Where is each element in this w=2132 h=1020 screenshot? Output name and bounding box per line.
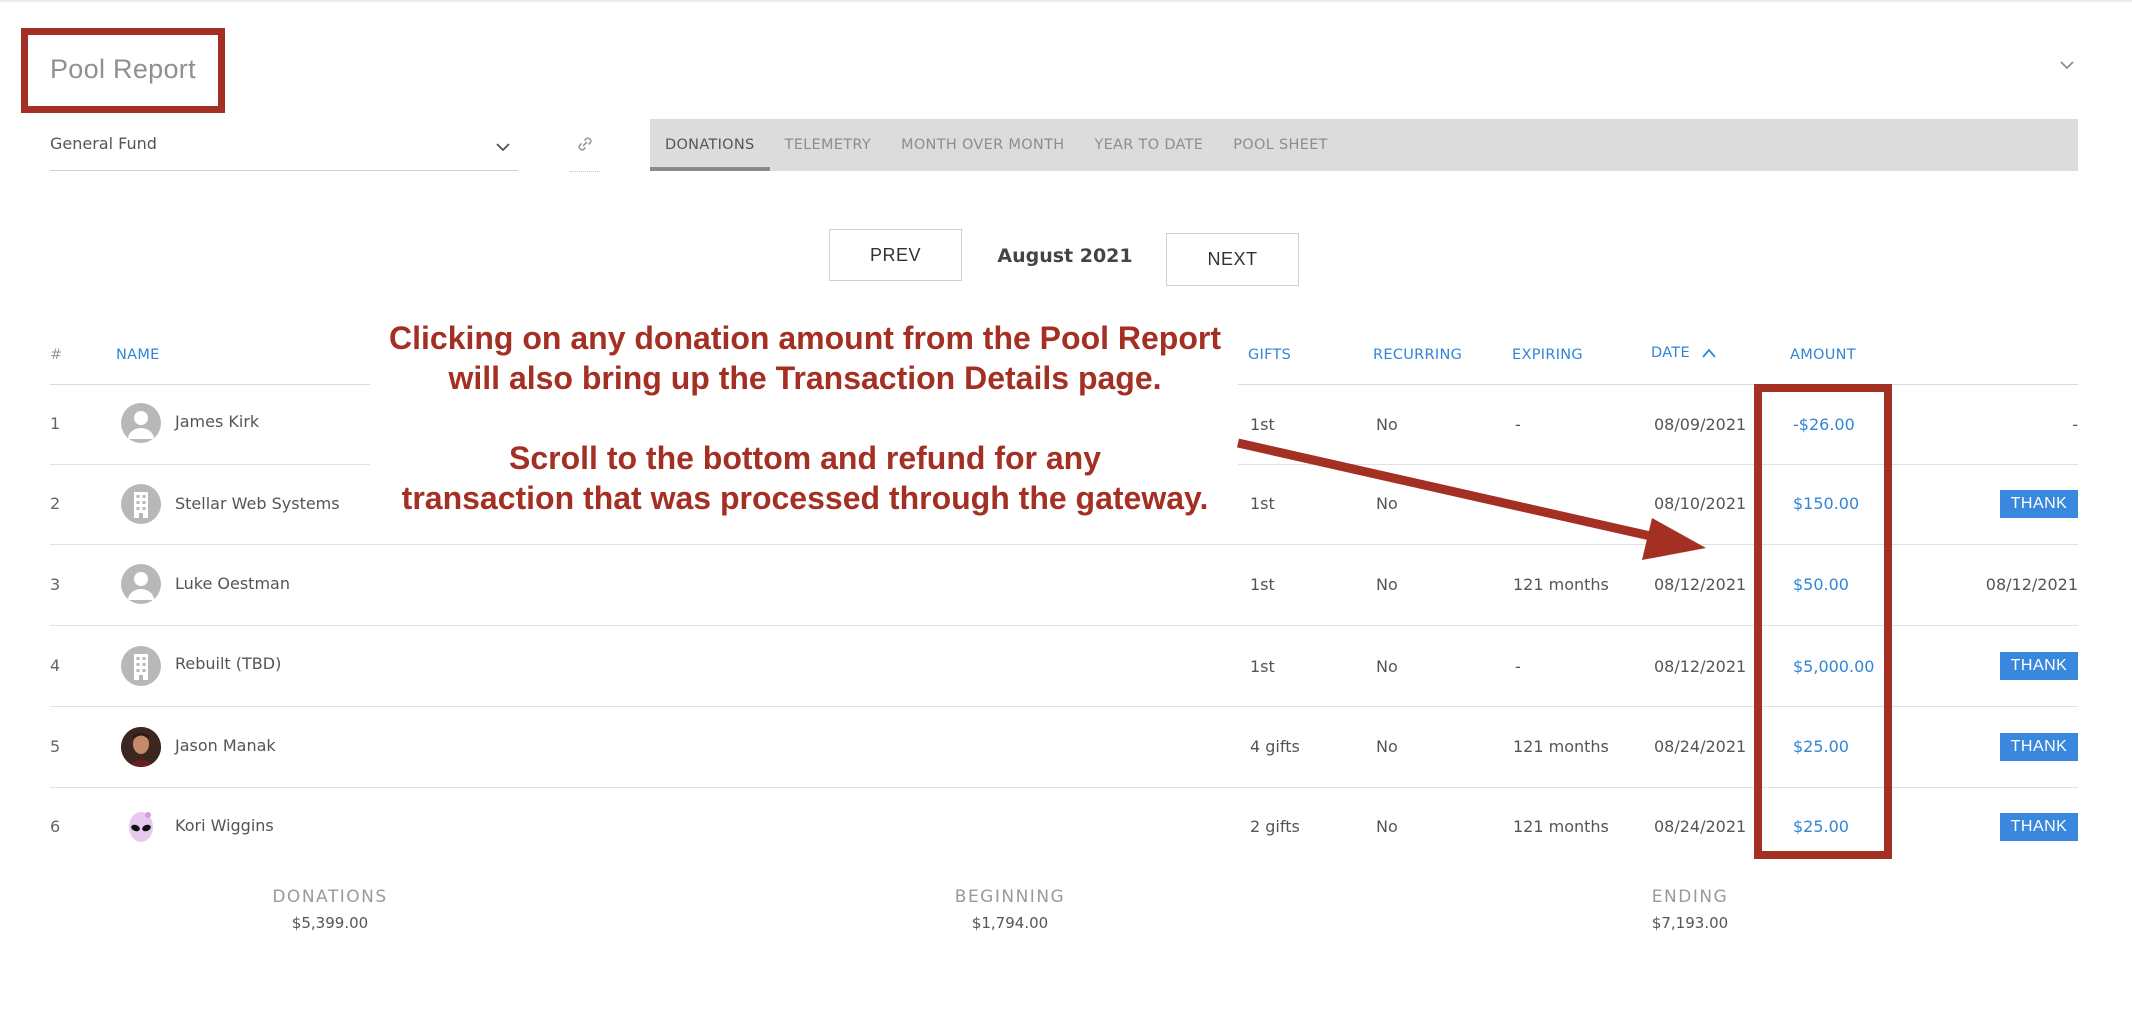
date-value: 08/09/2021 [1654,415,1747,434]
row-index: 4 [50,656,61,675]
thank-button[interactable]: THANK [2000,490,2078,518]
date-value: 08/12/2021 [1654,575,1747,594]
building-avatar-icon [121,484,161,524]
gifts-value: 4 gifts [1250,737,1300,756]
chevron-down-icon[interactable] [2058,56,2076,74]
alien-avatar [121,807,161,847]
thank-status: - [2072,415,2078,434]
tab-telemetry[interactable]: TELEMETRY [770,119,887,171]
donor-name-link[interactable]: Kori Wiggins [175,816,274,835]
fund-select-value: General Fund [50,134,157,153]
expiring-value: - [1515,415,1521,434]
fund-select[interactable]: General Fund [50,126,518,171]
column-header-gifts[interactable]: GIFTS [1248,347,1291,363]
recurring-value: No [1376,494,1398,513]
thank-button[interactable]: THANK [2000,733,2078,761]
top-border [0,0,2132,2]
person-avatar-icon [121,564,161,604]
thank-button[interactable]: THANK [2000,652,2078,680]
link-icon [578,137,592,151]
row-index: 6 [50,817,61,836]
column-header-number: # [50,347,63,363]
chevron-down-icon [496,143,510,152]
building-avatar-icon [121,646,161,686]
annotation-line-3: Scroll to the bottom and refund for any [509,440,1101,476]
row-index: 2 [50,494,61,513]
date-value: 08/10/2021 [1654,494,1747,513]
tab-donations[interactable]: DONATIONS [650,119,770,171]
donor-name-link[interactable]: Rebuilt (TBD) [175,654,281,673]
column-header-amount[interactable]: AMOUNT [1790,347,1856,363]
column-header-date[interactable]: DATE [1651,345,1717,361]
gifts-value: 1st [1250,494,1275,513]
page-title: Pool Report [50,54,196,84]
annotation-callout: Clicking on any donation amount from the… [372,318,1238,518]
thank-button[interactable]: THANK [2000,813,2078,841]
recurring-value: No [1376,817,1398,836]
expiring-value: 121 months [1513,575,1609,594]
donor-name-link[interactable]: Luke Oestman [175,574,290,593]
report-tabs: DONATIONS TELEMETRY MONTH OVER MONTH YEA… [650,119,2078,171]
recurring-value: No [1376,415,1398,434]
row-index: 1 [50,414,61,433]
person-avatar-icon [121,403,161,443]
row-index: 3 [50,575,61,594]
summary-beginning-value: $1,794.00 [971,914,1049,932]
thank-date: 08/12/2021 [1985,575,2078,594]
next-button[interactable]: NEXT [1166,233,1299,286]
summary-donations-label: DONATIONS [272,887,388,907]
photo-avatar [121,727,161,767]
recurring-value: No [1376,737,1398,756]
column-header-name[interactable]: NAME [116,347,160,363]
donor-name-link[interactable]: Jason Manak [175,736,276,755]
gifts-value: 2 gifts [1250,817,1300,836]
annotation-line-1: Clicking on any donation amount from the… [389,320,1221,356]
column-header-expiring[interactable]: EXPIRING [1512,347,1583,363]
summary-donations-value: $5,399.00 [291,914,369,932]
summary-ending-label: ENDING [1651,887,1729,907]
date-value: 08/12/2021 [1654,657,1747,676]
row-index: 5 [50,737,61,756]
copy-link-button[interactable] [570,128,600,172]
expiring-value: 121 months [1513,737,1609,756]
summary-beginning-label: BEGINNING [954,887,1066,907]
tab-pool-sheet[interactable]: POOL SHEET [1218,119,1343,171]
column-header-date-label: DATE [1651,345,1690,361]
gifts-value: 1st [1250,415,1275,434]
donor-name-link[interactable]: Stellar Web Systems [175,494,340,513]
annotation-line-4: transaction that was processed through t… [401,480,1209,516]
tab-year-to-date[interactable]: YEAR TO DATE [1079,119,1218,171]
date-value: 08/24/2021 [1654,817,1747,836]
expiring-value: - [1515,657,1521,676]
recurring-value: No [1376,657,1398,676]
date-value: 08/24/2021 [1654,737,1747,756]
amount-column-highlight-box [1754,384,1892,859]
donor-name-link[interactable]: James Kirk [175,412,259,431]
recurring-value: No [1376,575,1398,594]
summary-ending-value: $7,193.00 [1651,914,1729,932]
prev-button[interactable]: PREV [829,229,962,281]
current-month: August 2021 [997,245,1133,267]
sort-ascending-icon [1702,348,1716,358]
gifts-value: 1st [1250,657,1275,676]
gifts-value: 1st [1250,575,1275,594]
expiring-value: 121 months [1513,817,1609,836]
tab-month-over-month[interactable]: MONTH OVER MONTH [886,119,1079,171]
annotation-line-2: will also bring up the Transaction Detai… [448,360,1162,396]
column-header-recurring[interactable]: RECURRING [1373,347,1462,363]
